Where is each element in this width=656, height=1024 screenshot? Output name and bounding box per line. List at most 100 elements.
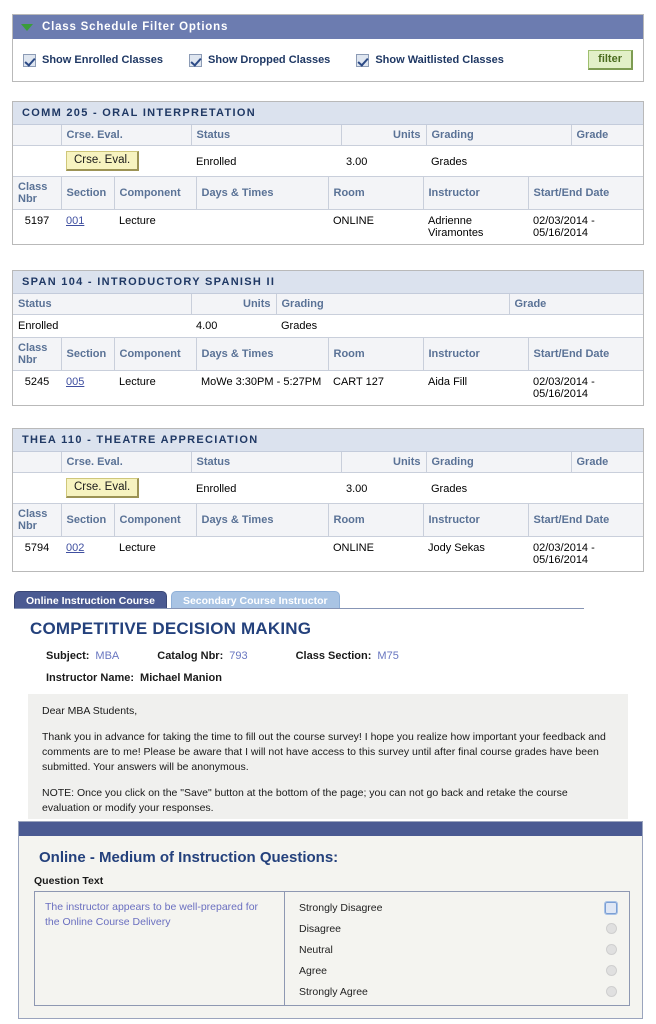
option-label: Strongly Disagree	[299, 901, 383, 914]
col-class-nbr: Class Nbr	[13, 176, 62, 210]
table-row: Crse. Eval. Enrolled 3.00 Grades	[13, 145, 643, 176]
checkbox-show-enrolled-classes[interactable]: Show Enrolled Classes	[23, 53, 164, 67]
col-days-times: Days & Times	[196, 503, 329, 537]
message-greeting: Dear MBA Students,	[42, 705, 138, 717]
course-status-table: Status Units Grading Grade Enrolled 4.00…	[13, 294, 643, 337]
checkbox-checked-icon[interactable]	[23, 53, 36, 67]
course-heading-label: THEA 110 - THEATRE APPRECIATION	[22, 434, 259, 446]
cell-status: Enrolled	[191, 145, 341, 176]
col-room: Room	[328, 176, 424, 210]
table-header-row: Crse. Eval. Status Units Grading Grade	[13, 125, 643, 146]
class-section-value: M75	[377, 650, 399, 662]
filter-panel-header[interactable]: Class Schedule Filter Options	[13, 15, 643, 39]
instructor-name-label: Instructor Name:	[46, 672, 135, 684]
checkbox-checked-icon[interactable]	[189, 53, 203, 67]
col-units: Units	[341, 452, 427, 473]
cell-status: Enrolled	[13, 314, 191, 337]
triangle-down-icon[interactable]	[21, 23, 33, 31]
cell-room: ONLINE	[328, 209, 423, 244]
cell-grading: Grades	[426, 145, 571, 176]
option-disagree[interactable]: Disagree	[285, 918, 629, 939]
subject-value: MBA	[95, 650, 120, 662]
cell-instructor: Adrienne Viramontes	[423, 209, 528, 244]
option-strongly-disagree[interactable]: Strongly Disagree	[285, 897, 629, 918]
question-grid: The instructor appears to be well-prepar…	[34, 891, 630, 1006]
col-units: Units	[341, 125, 427, 146]
col-crse-eval: Crse. Eval.	[61, 452, 192, 473]
col-grading: Grading	[276, 294, 510, 315]
col-units: Units	[191, 294, 277, 315]
cell-start-end-date: 02/03/2014 - 05/16/2014	[528, 536, 643, 571]
col-grading: Grading	[426, 125, 572, 146]
col-component: Component	[114, 503, 197, 537]
radio-button[interactable]	[604, 900, 618, 915]
table-header-row: Class Nbr Section Component Days & Times…	[13, 337, 643, 371]
checkbox-checked-icon[interactable]	[356, 53, 370, 67]
table-header-row: Status Units Grading Grade	[13, 294, 643, 315]
col-instructor: Instructor	[423, 176, 529, 210]
cell-status: Enrolled	[191, 472, 341, 503]
col-grading: Grading	[426, 452, 572, 473]
section-link[interactable]: 001	[66, 215, 84, 227]
course-status-table: Crse. Eval. Status Units Grading Grade C…	[13, 452, 643, 503]
radio-button[interactable]	[606, 986, 617, 997]
table-row: Enrolled 4.00 Grades	[13, 314, 643, 337]
radio-button[interactable]	[606, 965, 617, 976]
checkbox-label: Show Enrolled Classes	[42, 54, 164, 66]
cell-section: 001	[61, 209, 114, 244]
col-start-end-date: Start/End Date	[528, 337, 643, 371]
tab-online-instruction-course[interactable]: Online Instruction Course	[14, 591, 167, 609]
cell-instructor: Aida Fill	[423, 370, 528, 405]
questions-panel-title: Online - Medium of Instruction Questions…	[39, 849, 339, 866]
col-class-nbr: Class Nbr	[13, 503, 62, 537]
crse-eval-button[interactable]: Crse. Eval.	[66, 478, 140, 498]
cell-days-times	[196, 536, 328, 571]
radio-button[interactable]	[606, 923, 617, 934]
option-agree[interactable]: Agree	[285, 960, 629, 981]
radio-button[interactable]	[606, 944, 617, 955]
table-row: 5197 001 Lecture ONLINE Adrienne Viramon…	[13, 209, 643, 244]
course-detail-table: Class Nbr Section Component Days & Times…	[13, 503, 643, 571]
cell-grading: Grades	[276, 314, 509, 337]
cell-start-end-date: 02/03/2014 - 05/16/2014	[528, 370, 643, 405]
message-body: Thank you in advance for taking the time…	[42, 731, 606, 773]
col-start-end-date: Start/End Date	[528, 176, 643, 210]
section-link[interactable]: 002	[66, 542, 84, 554]
instructor-name-value: Michael Manion	[140, 672, 222, 684]
col-instructor: Instructor	[423, 503, 529, 537]
tab-secondary-course-instructor[interactable]: Secondary Course Instructor	[170, 591, 340, 609]
checkbox-show-waitlisted-classes[interactable]: Show Waitlisted Classes	[356, 53, 504, 67]
cell-section: 005	[61, 370, 114, 405]
question-text: The instructor appears to be well-prepar…	[35, 892, 285, 1005]
survey-meta-row-1: Subject: MBA Catalog Nbr: 793 Class Sect…	[46, 650, 399, 662]
message-note: NOTE: Once you click on the "Save" butto…	[42, 787, 568, 814]
table-header-row: Class Nbr Section Component Days & Times…	[13, 503, 643, 537]
cell-class-nbr: 5197	[13, 209, 61, 244]
cell-units: 3.00	[341, 472, 426, 503]
crse-eval-button[interactable]: Crse. Eval.	[66, 151, 140, 171]
col-status: Status	[191, 125, 342, 146]
subject-label: Subject:	[46, 650, 90, 662]
survey-message-box: Dear MBA Students, Thank you in advance …	[28, 694, 628, 819]
col-section: Section	[61, 337, 115, 371]
checkbox-label: Show Waitlisted Classes	[375, 54, 504, 66]
option-strongly-agree[interactable]: Strongly Agree	[285, 981, 629, 1002]
section-link[interactable]: 005	[66, 376, 84, 388]
table-header-row: Crse. Eval. Status Units Grading Grade	[13, 452, 643, 473]
cell-room: ONLINE	[328, 536, 423, 571]
cell-start-end-date: 02/03/2014 - 05/16/2014	[528, 209, 643, 244]
cell-section: 002	[61, 536, 114, 571]
col-days-times: Days & Times	[196, 176, 329, 210]
filter-panel-title: Class Schedule Filter Options	[42, 21, 229, 33]
checkbox-show-dropped-classes[interactable]: Show Dropped Classes	[189, 53, 330, 67]
cell-days-times	[196, 209, 328, 244]
col-status: Status	[13, 294, 192, 315]
cell-component: Lecture	[114, 536, 196, 571]
course-box-thea-110: THEA 110 - THEATRE APPRECIATION Crse. Ev…	[12, 428, 644, 572]
option-neutral[interactable]: Neutral	[285, 939, 629, 960]
col-room: Room	[328, 337, 424, 371]
cell-units: 4.00	[191, 314, 276, 337]
col-crse-eval: Crse. Eval.	[61, 125, 192, 146]
course-box-span-104: SPAN 104 - INTRODUCTORY SPANISH II Statu…	[12, 270, 644, 406]
filter-button[interactable]: filter	[588, 50, 633, 70]
